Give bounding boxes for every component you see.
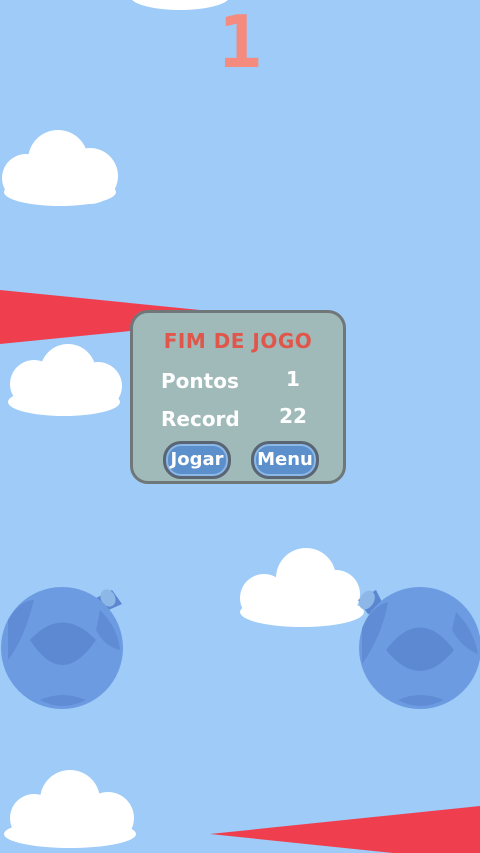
record-value: 22 <box>279 404 307 428</box>
record-label: Record <box>161 407 240 431</box>
score-counter: 1 <box>218 0 262 84</box>
balloon-left <box>1 587 123 709</box>
menu-button[interactable]: Menu <box>251 441 319 479</box>
game-over-title: FIM DE JOGO <box>163 329 313 353</box>
game-over-dialog: FIM DE JOGO Pontos 1 Record 22 Jogar Men… <box>130 310 346 484</box>
spike-right <box>210 806 480 853</box>
points-label: Pontos <box>161 369 239 393</box>
cloud-middle-left <box>8 344 122 416</box>
cloud-middle-right <box>240 548 364 627</box>
cloud-upper-left <box>2 130 118 206</box>
balloon-right <box>358 587 480 709</box>
play-button[interactable]: Jogar <box>163 441 231 479</box>
points-value: 1 <box>286 367 300 391</box>
cloud-bottom-left <box>4 770 136 848</box>
